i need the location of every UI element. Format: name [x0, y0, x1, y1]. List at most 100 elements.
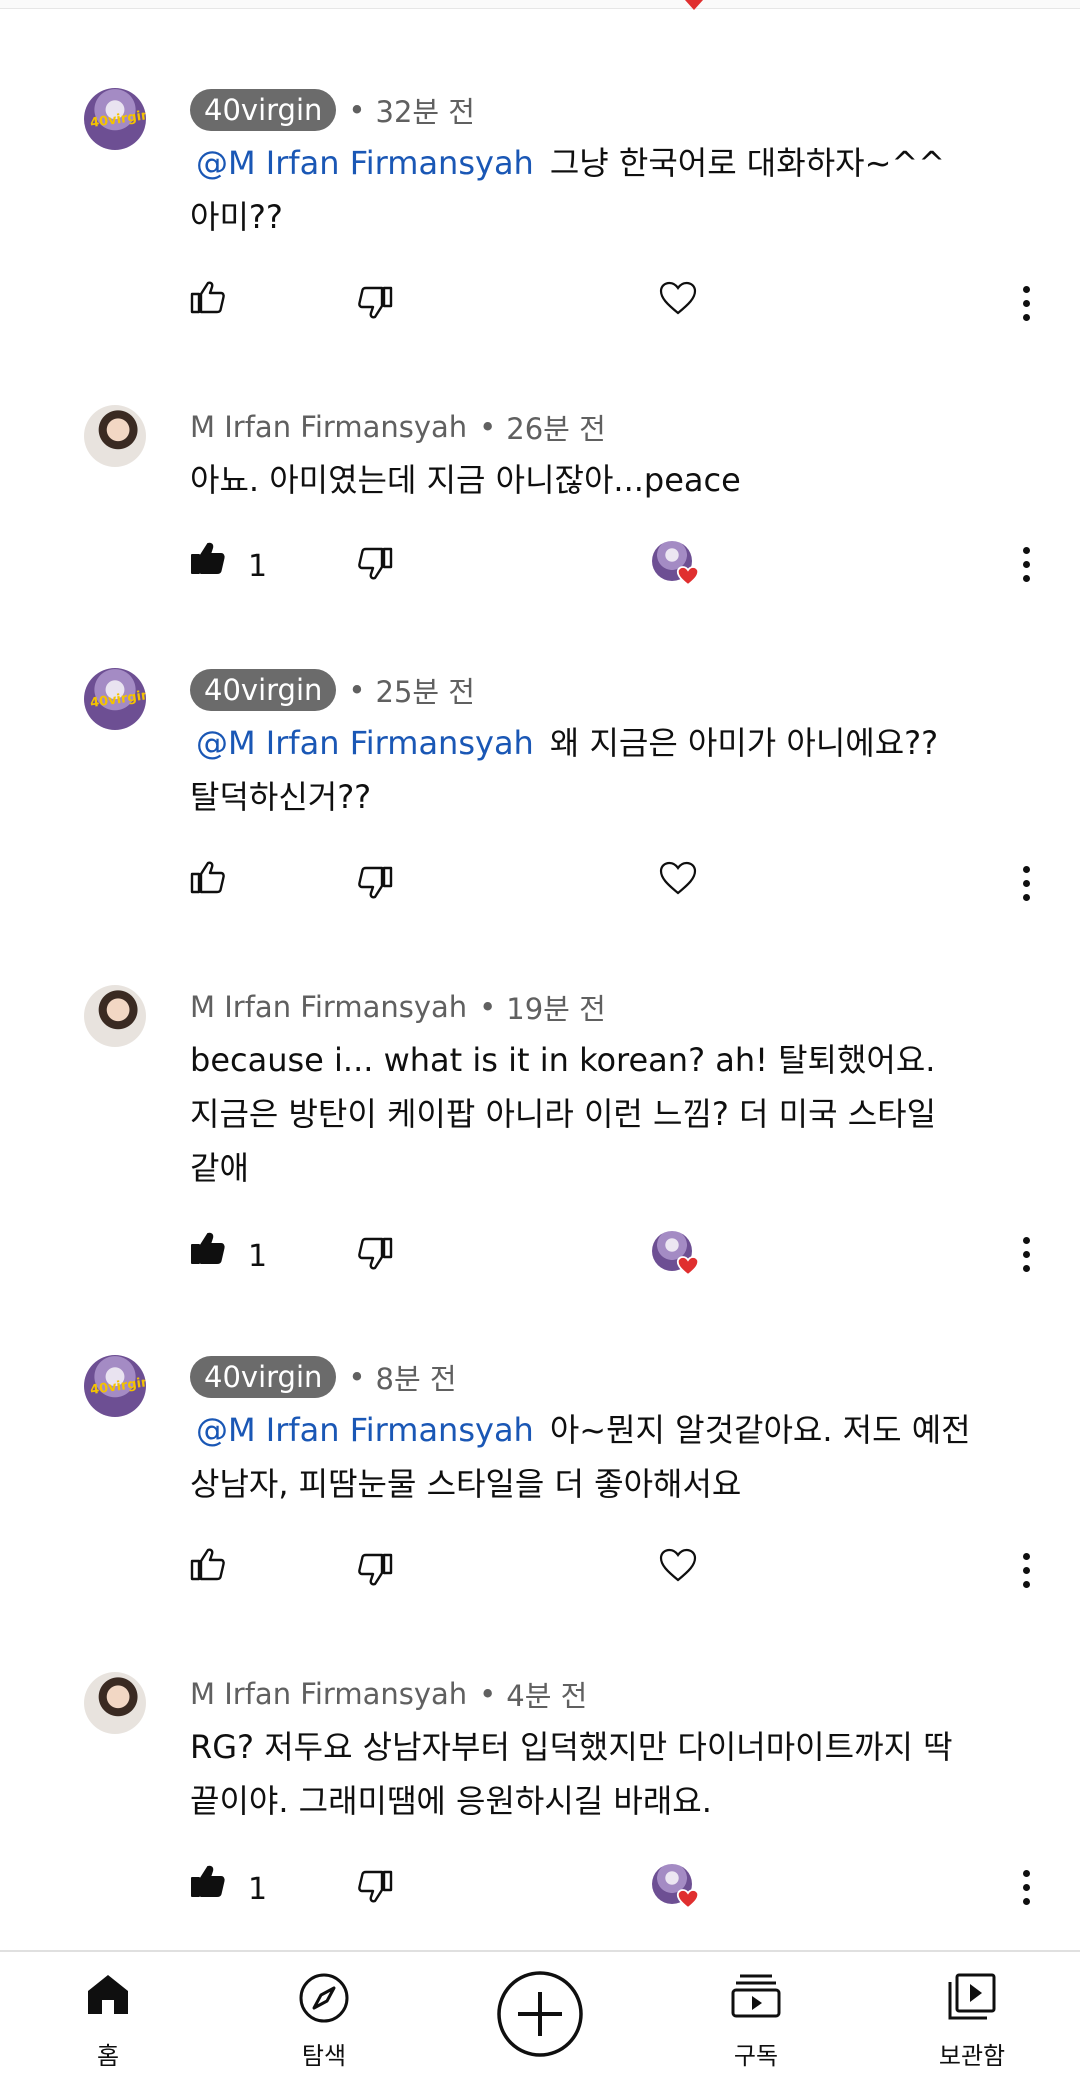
mention-link[interactable]: @M Irfan Firmansyah	[196, 724, 534, 762]
author-badge[interactable]: 40virgin	[190, 89, 337, 131]
comment-time: 19분 전	[506, 992, 606, 1026]
thumbs-up-filled-icon[interactable]	[190, 1231, 226, 1265]
meta-separator: •	[348, 1360, 366, 1394]
like-count: 1	[248, 1872, 268, 1907]
comment-text: @M Irfan Firmansyah 아~뭔지 알것같아요. 저도 예전 상남자…	[190, 1403, 1040, 1511]
comment-meta: 40virgin • 8분 전	[190, 1355, 457, 1399]
comment-text-line: 지금은 방탄이 케이팝 아니라 이런 느낌? 더 미국 스타일	[190, 1095, 937, 1133]
red-heart-icon	[676, 1889, 700, 1910]
scroll-marker	[685, 0, 703, 10]
comment-meta: M Irfan Firmansyah • 4분 전	[190, 1672, 587, 1716]
comment-text-line: 끝이야. 그래미땜에 응원하시길 바래요.	[190, 1782, 712, 1820]
more-options-icon[interactable]	[1020, 284, 1032, 324]
comment-actions: 1	[0, 1231, 1080, 1291]
avatar-text: 40virgin	[89, 107, 146, 132]
mention-link[interactable]: @M Irfan Firmansyah	[196, 1411, 534, 1449]
avatar[interactable]: 40virgin	[84, 88, 146, 150]
comment-text-line: 상남자, 피땀눈물 스타일을 더 좋아해서요	[190, 1465, 742, 1503]
bottom-nav: 홈 탐색 구독 보관함	[0, 1950, 1080, 2076]
comment-text-line: 탈덕하신거??	[190, 778, 372, 816]
comment-text: @M Irfan Firmansyah 그냥 한국어로 대화하자~^^ 아미??	[190, 136, 1040, 244]
subscriptions-icon	[731, 1974, 781, 2018]
comment-actions: 1	[0, 541, 1080, 601]
nav-subscriptions[interactable]: 구독	[696, 1952, 816, 2076]
red-heart-icon	[676, 566, 700, 587]
comment-actions	[0, 280, 1080, 340]
thumbs-down-icon[interactable]	[357, 1870, 393, 1904]
home-icon	[88, 1975, 128, 2014]
heart-icon[interactable]	[658, 1547, 698, 1583]
comment-text: @M Irfan Firmansyah 왜 지금은 아미가 아니에요?? 탈덕하신…	[190, 716, 1040, 824]
avatar[interactable]	[84, 405, 146, 467]
add-icon	[497, 1971, 583, 2057]
more-options-icon[interactable]	[1020, 1235, 1032, 1275]
nav-explore-label: 탐색	[301, 2042, 347, 2070]
author-badge[interactable]: 40virgin	[190, 1356, 337, 1398]
thumbs-up-icon[interactable]	[190, 860, 226, 894]
comment-text: because i... what is it in korean? ah! 탈…	[190, 1033, 1040, 1195]
meta-separator: •	[479, 410, 497, 444]
comment-actions	[0, 860, 1080, 920]
more-options-icon[interactable]	[1020, 1868, 1032, 1908]
nav-home[interactable]: 홈	[48, 1952, 168, 2076]
author-name[interactable]: M Irfan Firmansyah	[190, 410, 467, 444]
thumbs-down-icon[interactable]	[357, 1553, 393, 1587]
comment-text-line: 왜 지금은 아미가 아니에요??	[549, 724, 939, 762]
author-badge[interactable]: 40virgin	[190, 669, 337, 711]
avatar[interactable]: 40virgin	[84, 1355, 146, 1417]
comment-time: 8분 전	[375, 1362, 457, 1396]
red-heart-icon	[676, 1256, 700, 1277]
comment-text-line: 아뇨. 아미였는데 지금 아니잖아...peace	[190, 461, 741, 499]
like-count: 1	[248, 1239, 268, 1274]
comment-time: 32분 전	[375, 95, 475, 129]
meta-separator: •	[479, 1677, 497, 1711]
like-count: 1	[248, 549, 268, 584]
heart-icon[interactable]	[658, 860, 698, 896]
meta-separator: •	[348, 673, 366, 707]
thumbs-up-filled-icon[interactable]	[190, 541, 226, 575]
comment-text: RG? 저두요 상남자부터 입덕했지만 다이너마이트까지 딱 끝이야. 그래미땜…	[190, 1720, 1040, 1828]
meta-separator: •	[479, 990, 497, 1024]
more-options-icon[interactable]	[1020, 545, 1032, 585]
comment-meta: M Irfan Firmansyah • 26분 전	[190, 405, 606, 449]
thumbs-up-icon[interactable]	[190, 1547, 226, 1581]
thumbs-down-icon[interactable]	[357, 547, 393, 581]
top-edge	[0, 0, 1080, 9]
comment-text-line: 아미??	[190, 198, 283, 236]
comment-time: 4분 전	[506, 1679, 588, 1713]
nav-subscriptions-label: 구독	[733, 2042, 779, 2070]
mention-link[interactable]: @M Irfan Firmansyah	[196, 144, 534, 182]
heart-icon[interactable]	[658, 280, 698, 316]
comment-actions: 1	[0, 1864, 1080, 1924]
creator-heart-icon[interactable]	[652, 1231, 700, 1277]
comment-text: 아뇨. 아미였는데 지금 아니잖아...peace	[190, 453, 1040, 507]
meta-separator: •	[348, 93, 366, 127]
comment-meta: 40virgin • 25분 전	[190, 668, 475, 712]
more-options-icon[interactable]	[1020, 864, 1032, 904]
avatar[interactable]	[84, 985, 146, 1047]
thumbs-down-icon[interactable]	[357, 1237, 393, 1271]
comment-time: 25분 전	[375, 675, 475, 709]
comment-actions	[0, 1547, 1080, 1607]
nav-library[interactable]: 보관함	[912, 1952, 1032, 2076]
comment-text-line: RG? 저두요 상남자부터 입덕했지만 다이너마이트까지 딱	[190, 1728, 953, 1766]
creator-heart-icon[interactable]	[652, 1864, 700, 1910]
comment-text-line: 그냥 한국어로 대화하자~^^	[549, 144, 946, 182]
creator-heart-icon[interactable]	[652, 541, 700, 587]
author-name[interactable]: M Irfan Firmansyah	[190, 990, 467, 1024]
thumbs-down-icon[interactable]	[357, 866, 393, 900]
comment-text-line: 아~뭔지 알것같아요. 저도 예전	[549, 1411, 971, 1449]
more-options-icon[interactable]	[1020, 1551, 1032, 1591]
avatar[interactable]: 40virgin	[84, 668, 146, 730]
thumbs-down-icon[interactable]	[357, 286, 393, 320]
author-name[interactable]: M Irfan Firmansyah	[190, 1677, 467, 1711]
nav-explore[interactable]: 탐색	[264, 1952, 384, 2076]
thumbs-up-icon[interactable]	[190, 280, 226, 314]
avatar-text: 40virgin	[89, 1374, 146, 1399]
nav-library-label: 보관함	[938, 2042, 1006, 2070]
compass-icon	[299, 1973, 349, 2023]
nav-create[interactable]	[480, 1952, 600, 2076]
avatar-text: 40virgin	[89, 687, 146, 712]
thumbs-up-filled-icon[interactable]	[190, 1864, 226, 1898]
avatar[interactable]	[84, 1672, 146, 1734]
